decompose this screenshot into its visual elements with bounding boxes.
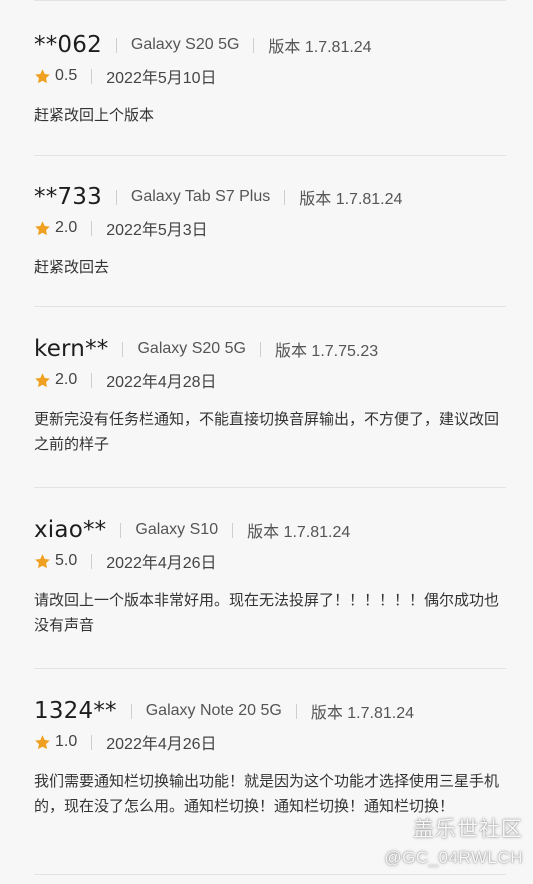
- review-rating: 2.0: [55, 219, 78, 236]
- review-date: 2022年4月28日: [106, 374, 217, 391]
- separator: [91, 372, 93, 388]
- divider: [34, 0, 506, 1]
- star-icon: [35, 372, 50, 387]
- review-item: **733 Galaxy Tab S7 Plus 版本 1.7.81.24 2.…: [34, 183, 504, 280]
- review-username: **062: [34, 32, 102, 58]
- review-rating-line: 0.5 2022年5月10日: [34, 64, 504, 88]
- review-device: Galaxy S20 5G: [137, 340, 246, 357]
- review-item: 1324** Galaxy Note 20 5G 版本 1.7.81.24 1.…: [34, 697, 504, 819]
- separator: [91, 734, 93, 750]
- reviews-page: **062 Galaxy S20 5G 版本 1.7.81.24 0.5 202…: [0, 0, 533, 884]
- divider: [34, 306, 506, 307]
- divider: [34, 874, 506, 875]
- separator: [115, 189, 117, 205]
- star-icon: [35, 553, 50, 568]
- divider: [34, 668, 506, 669]
- review-device: Galaxy Note 20 5G: [145, 702, 282, 719]
- review-rating: 2.0: [55, 371, 78, 388]
- review-header: 1324** Galaxy Note 20 5G 版本 1.7.81.24: [34, 697, 504, 725]
- review-text: 赶紧改回上个版本: [34, 106, 155, 124]
- separator: [91, 220, 93, 236]
- review-rating: 5.0: [55, 552, 78, 569]
- review-text: 请改回上一个版本非常好用。现在无法投屏了！！！！！！偶尔成功也没有声音: [34, 591, 500, 634]
- review-device: Galaxy S20 5G: [130, 36, 240, 53]
- star-icon: [35, 734, 50, 749]
- separator: [284, 189, 286, 205]
- separator: [253, 37, 255, 53]
- separator: [115, 37, 117, 53]
- separator: [232, 522, 234, 538]
- review-item: kern** Galaxy S20 5G 版本 1.7.75.23 2.0 20…: [34, 335, 504, 457]
- review-rating-line: 1.0 2022年4月26日: [34, 730, 504, 754]
- review-header: kern** Galaxy S20 5G 版本 1.7.75.23: [34, 335, 504, 363]
- review-username: **733: [34, 184, 102, 210]
- review-rating: 1.0: [55, 733, 78, 750]
- review-username: xiao**: [34, 517, 107, 543]
- review-version: 版本 1.7.81.24: [310, 705, 414, 722]
- watermark: 盖乐世社区 @GC_04RWLCH: [384, 816, 523, 870]
- review-header: xiao** Galaxy S10 版本 1.7.81.24: [34, 516, 504, 544]
- review-version: 版本 1.7.75.23: [274, 343, 379, 360]
- divider: [34, 155, 506, 156]
- separator: [91, 68, 93, 84]
- review-header: **062 Galaxy S20 5G 版本 1.7.81.24: [34, 31, 504, 59]
- separator: [120, 522, 122, 538]
- review-rating-line: 2.0 2022年5月3日: [34, 216, 504, 240]
- separator: [130, 703, 132, 719]
- star-icon: [35, 68, 50, 83]
- review-text: 更新完没有任务栏通知，不能直接切换音屏输出，不方便了，建议改回之前的样子: [34, 410, 500, 453]
- review-date: 2022年4月26日: [106, 555, 217, 572]
- review-item: **062 Galaxy S20 5G 版本 1.7.81.24 0.5 202…: [34, 31, 504, 128]
- divider: [34, 487, 506, 488]
- separator: [122, 341, 124, 357]
- separator: [91, 553, 93, 569]
- review-header: **733 Galaxy Tab S7 Plus 版本 1.7.81.24: [34, 183, 504, 211]
- review-date: 2022年5月10日: [106, 70, 217, 87]
- review-date: 2022年4月26日: [106, 736, 217, 753]
- separator: [259, 341, 261, 357]
- review-rating: 0.5: [55, 67, 78, 84]
- review-text: 赶紧改回去: [34, 258, 110, 276]
- review-version: 版本 1.7.81.24: [268, 39, 372, 56]
- watermark-handle: @GC_04RWLCH: [384, 848, 523, 867]
- review-device: Galaxy Tab S7 Plus: [130, 188, 271, 205]
- review-version: 版本 1.7.81.24: [247, 524, 351, 541]
- review-text: 我们需要通知栏切换输出功能！就是因为这个功能才选择使用三星手机的，现在没了怎么用…: [34, 772, 500, 815]
- separator: [295, 703, 297, 719]
- review-rating-line: 2.0 2022年4月28日: [34, 368, 504, 392]
- review-username: 1324**: [34, 698, 117, 724]
- review-version: 版本 1.7.81.24: [299, 191, 403, 208]
- watermark-title: 盖乐世社区: [413, 817, 523, 841]
- review-item: xiao** Galaxy S10 版本 1.7.81.24 5.0 2022年…: [34, 516, 504, 638]
- review-device: Galaxy S10: [135, 521, 219, 538]
- star-icon: [35, 220, 50, 235]
- review-rating-line: 5.0 2022年4月26日: [34, 549, 504, 573]
- review-username: kern**: [34, 336, 109, 362]
- review-date: 2022年5月3日: [106, 222, 208, 239]
